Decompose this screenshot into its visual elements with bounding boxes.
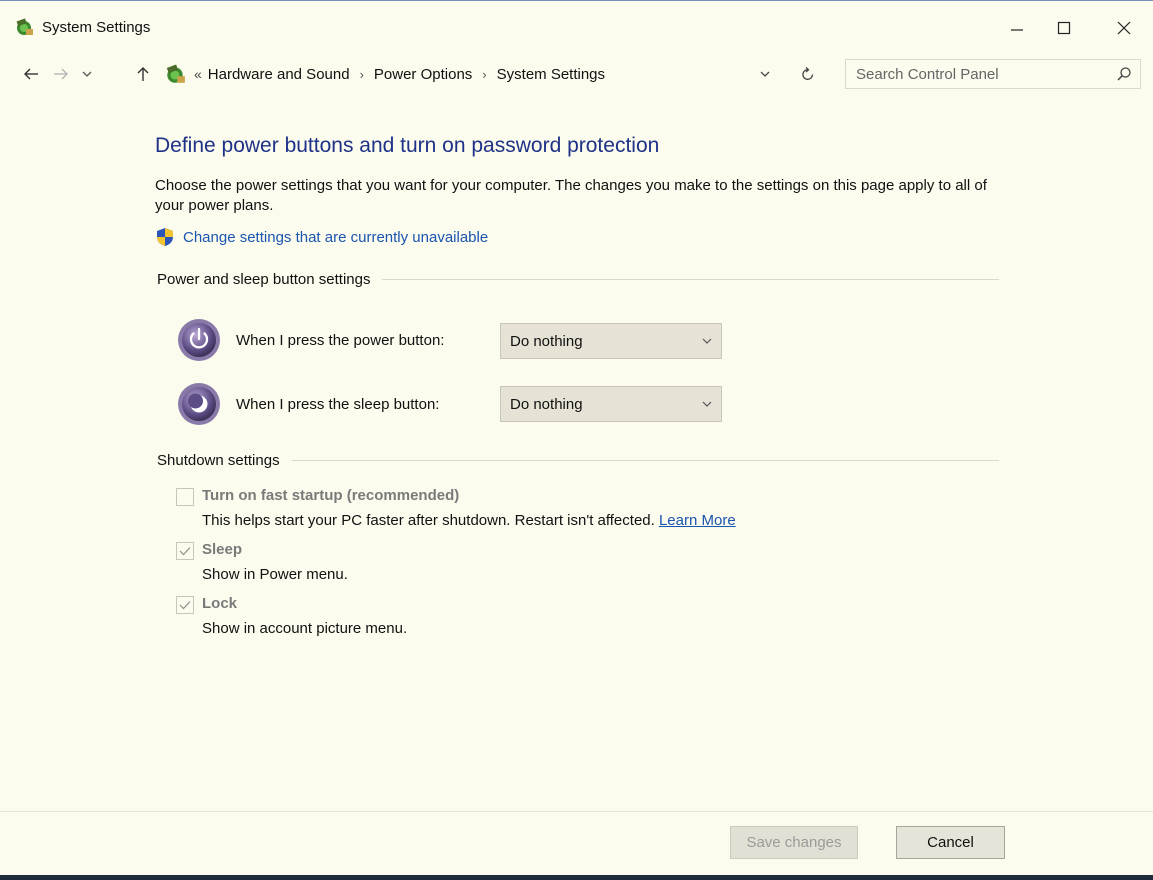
fast-startup-description: This helps start your PC faster after sh… [202, 512, 736, 529]
page-title: Define power buttons and turn on passwor… [155, 134, 660, 157]
sleep-button-action-select[interactable]: Do nothing [500, 386, 722, 422]
chevron-down-icon [82, 71, 92, 77]
lock-description: Show in account picture menu. [202, 620, 408, 637]
select-value: Do nothing [510, 395, 583, 413]
learn-more-link[interactable]: Learn More [659, 512, 736, 529]
maximize-button[interactable] [1040, 9, 1088, 47]
divider [291, 460, 999, 461]
chevron-right-icon[interactable]: › [360, 67, 364, 82]
breadcrumb-power-options[interactable]: Power Options [374, 66, 472, 83]
breadcrumb-hardware-and-sound[interactable]: Hardware and Sound [208, 66, 350, 83]
back-button[interactable] [20, 62, 42, 86]
overflow-chevron[interactable]: « [194, 66, 202, 82]
uac-shield-icon [157, 228, 173, 246]
power-button-row: When I press the power button: [176, 317, 444, 363]
chevron-down-icon [702, 401, 712, 407]
refresh-icon [802, 67, 814, 80]
minimize-button[interactable] [993, 9, 1041, 47]
sleep-button-icon [178, 383, 220, 425]
close-icon [1117, 21, 1131, 35]
lock-checkbox[interactable] [176, 596, 194, 614]
sleep-checkbox[interactable] [176, 542, 194, 560]
sleep-description: Show in Power menu. [202, 566, 348, 583]
footer-divider [0, 811, 1153, 812]
search-input[interactable] [856, 64, 1096, 84]
chevron-down-icon [702, 338, 712, 344]
minimize-icon [1011, 29, 1023, 31]
shutdown-section-header: Shutdown settings [157, 452, 999, 469]
up-button[interactable] [132, 62, 154, 86]
chevron-down-icon [760, 71, 770, 77]
power-button-action-select[interactable]: Do nothing [500, 323, 722, 359]
close-button[interactable] [1100, 9, 1148, 47]
search-box[interactable] [845, 59, 1141, 89]
checkmark-icon [179, 601, 191, 610]
control-panel-power-icon [16, 18, 33, 35]
arrow-left-icon [24, 68, 38, 80]
search-icon[interactable] [1116, 66, 1132, 82]
maximize-icon [1057, 21, 1071, 35]
breadcrumb-system-settings[interactable]: System Settings [497, 66, 605, 83]
arrow-right-icon [54, 68, 68, 80]
page-description: Choose the power settings that you want … [155, 177, 987, 214]
sleep-button-row: When I press the sleep button: [176, 381, 439, 427]
address-dropdown-button[interactable] [756, 65, 774, 83]
section-label: Shutdown settings [157, 452, 280, 469]
change-settings-link-row[interactable]: Change settings that are currently unava… [155, 227, 488, 247]
sleep-label[interactable]: Sleep [202, 541, 242, 558]
sleep-button-label: When I press the sleep button: [236, 395, 440, 413]
control-panel-power-icon [166, 64, 185, 83]
checkmark-icon [179, 547, 191, 556]
save-changes-button[interactable]: Save changes [730, 826, 858, 859]
power-button-label: When I press the power button: [236, 331, 445, 349]
section-label: Power and sleep button settings [157, 271, 371, 288]
arrow-up-icon [137, 67, 149, 81]
fast-startup-description-text: This helps start your PC faster after sh… [202, 512, 655, 529]
lock-label[interactable]: Lock [202, 595, 237, 612]
fast-startup-checkbox[interactable] [176, 488, 194, 506]
navigation-bar: « Hardware and Sound › Power Options › S… [0, 56, 1153, 92]
fast-startup-label[interactable]: Turn on fast startup (recommended) [202, 487, 459, 504]
power-sleep-section-header: Power and sleep button settings [157, 271, 999, 288]
change-settings-link[interactable]: Change settings that are currently unava… [183, 229, 488, 246]
system-settings-window: System Settings « Hardware and Sound › P… [0, 0, 1153, 880]
window-title: System Settings [42, 19, 151, 36]
divider [382, 279, 999, 280]
select-value: Do nothing [510, 332, 583, 350]
refresh-button[interactable] [798, 64, 818, 84]
power-button-icon [178, 319, 220, 361]
taskbar-edge [0, 875, 1153, 880]
cancel-button[interactable]: Cancel [896, 826, 1005, 859]
title-bar: System Settings [0, 1, 1153, 53]
recent-locations-button[interactable] [76, 62, 98, 86]
forward-button[interactable] [50, 62, 72, 86]
address-bar[interactable]: « Hardware and Sound › Power Options › S… [158, 59, 830, 89]
chevron-right-icon[interactable]: › [482, 67, 486, 82]
